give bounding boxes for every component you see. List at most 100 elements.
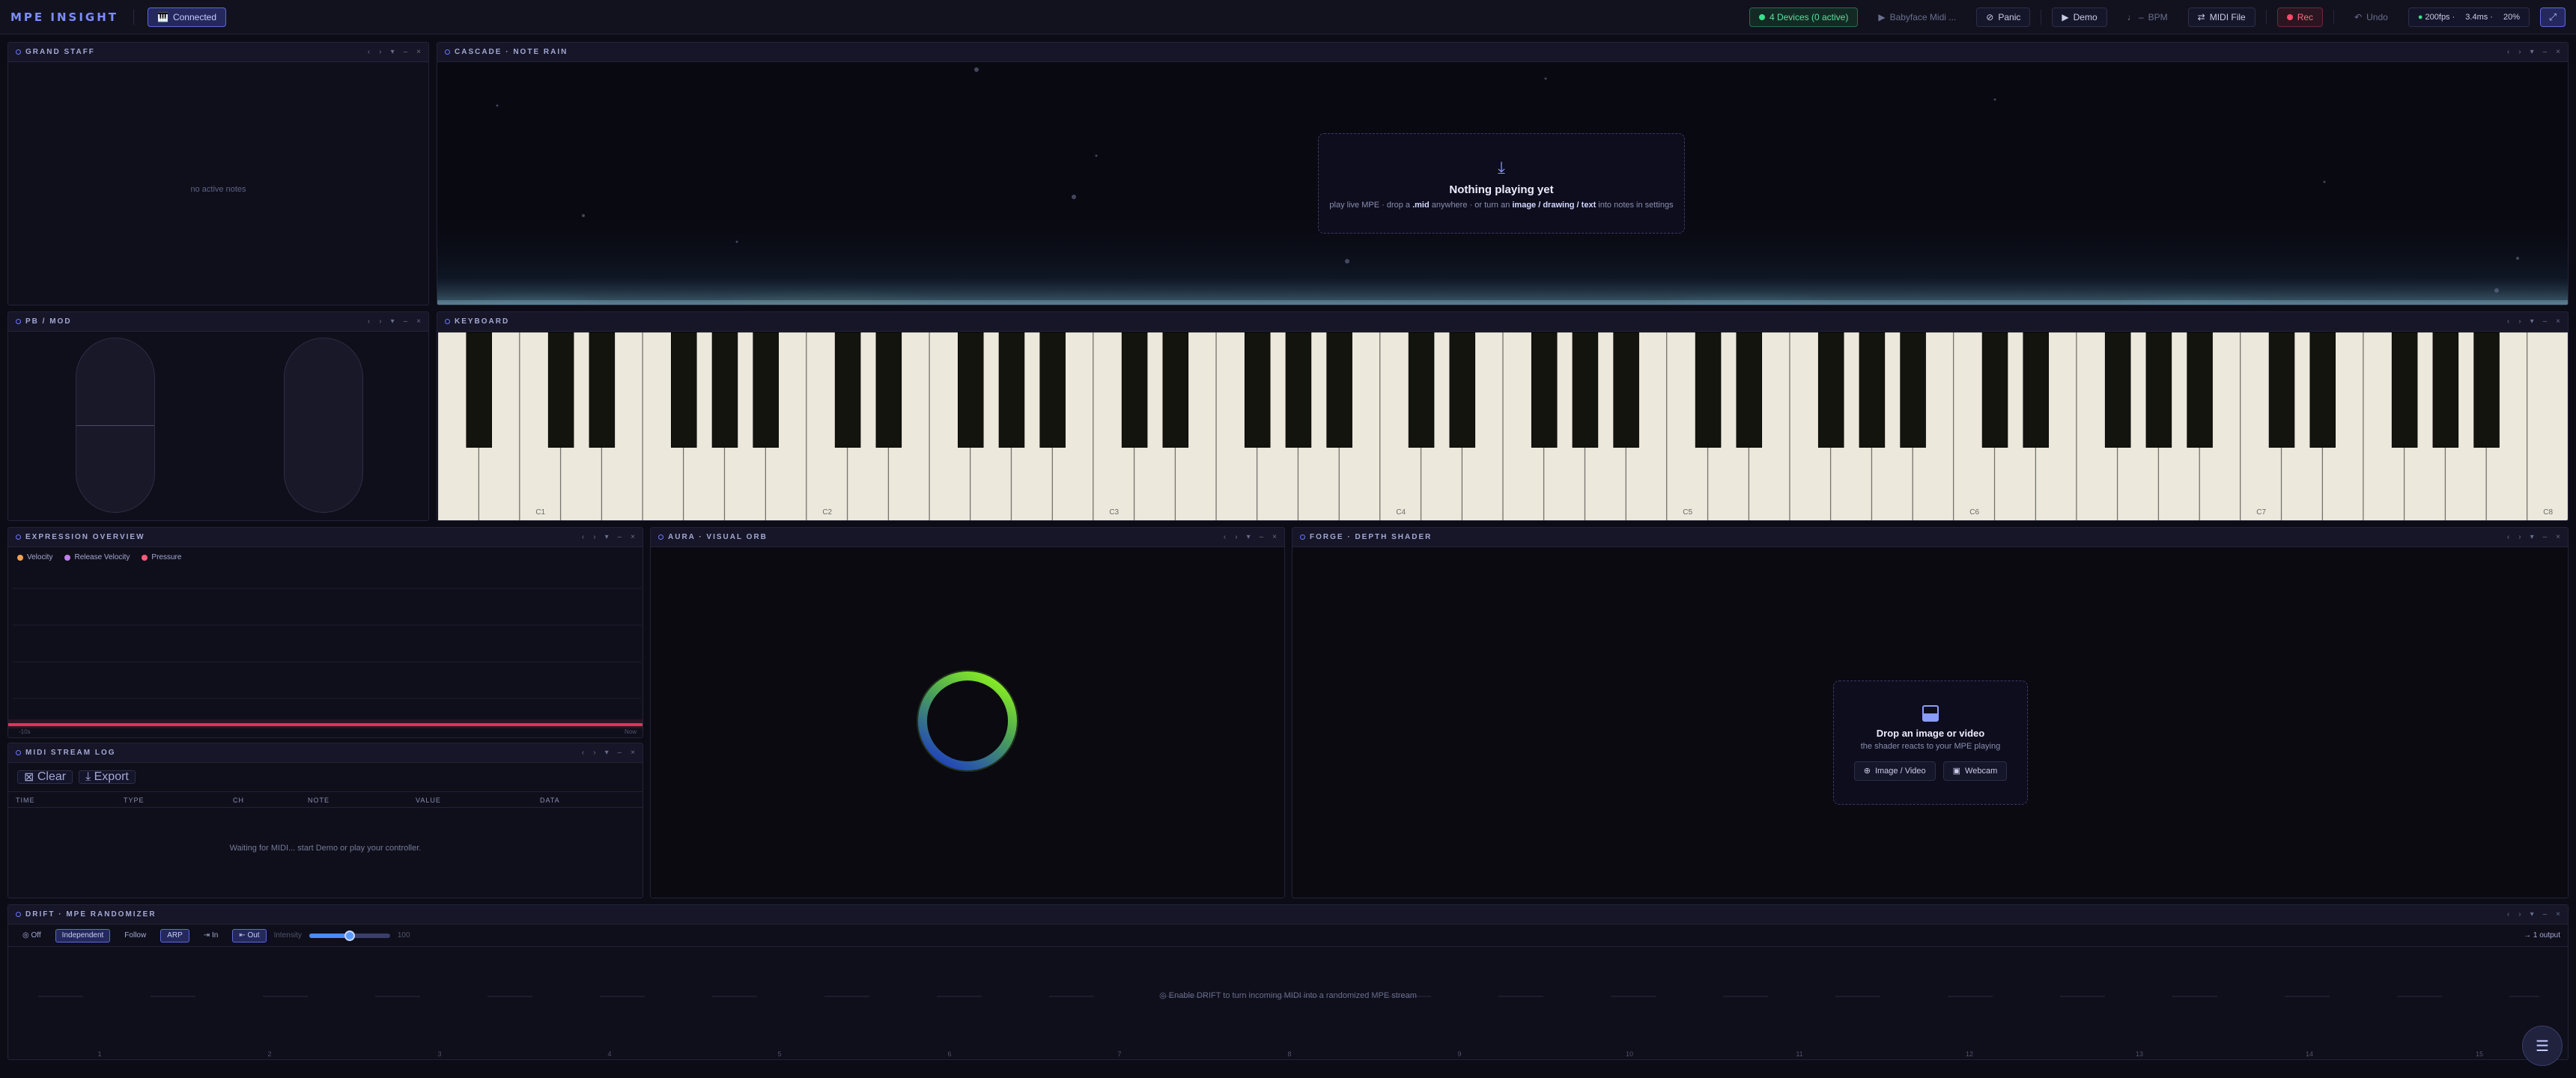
- black-key[interactable]: [466, 332, 492, 448]
- minimize-icon[interactable]: –: [618, 749, 622, 757]
- black-key[interactable]: [2473, 332, 2500, 448]
- prev-icon[interactable]: ‹: [582, 533, 584, 541]
- next-icon[interactable]: ›: [2518, 910, 2521, 919]
- collapse-icon[interactable]: ▾: [605, 533, 609, 541]
- next-icon[interactable]: ›: [593, 749, 595, 757]
- next-icon[interactable]: ›: [1235, 533, 1237, 541]
- black-key[interactable]: [1531, 332, 1558, 448]
- black-key[interactable]: [547, 332, 574, 448]
- prev-icon[interactable]: ‹: [2507, 317, 2509, 326]
- black-key[interactable]: [1162, 332, 1189, 448]
- black-key[interactable]: [1859, 332, 1886, 448]
- in-toggle[interactable]: ⇥ In: [197, 929, 225, 943]
- black-key[interactable]: [875, 332, 902, 448]
- minimize-icon[interactable]: –: [404, 48, 408, 56]
- black-key[interactable]: [1981, 332, 2008, 448]
- black-key[interactable]: [1736, 332, 1763, 448]
- panic-button[interactable]: ⊘ Panic: [1976, 7, 2031, 27]
- black-key[interactable]: [1326, 332, 1352, 448]
- minimize-icon[interactable]: –: [2543, 533, 2548, 541]
- rec-button[interactable]: Rec: [2276, 7, 2324, 27]
- collapse-icon[interactable]: ▾: [2530, 317, 2534, 326]
- black-key[interactable]: [2268, 332, 2295, 448]
- white-key[interactable]: [2527, 332, 2568, 521]
- black-key[interactable]: [1572, 332, 1599, 448]
- prev-icon[interactable]: ‹: [2507, 533, 2509, 541]
- prev-icon[interactable]: ‹: [2507, 48, 2509, 56]
- minimize-icon[interactable]: –: [2543, 910, 2548, 919]
- close-icon[interactable]: ×: [631, 533, 635, 541]
- prev-icon[interactable]: ‹: [368, 317, 370, 326]
- black-key[interactable]: [1695, 332, 1722, 448]
- next-icon[interactable]: ›: [2518, 533, 2521, 541]
- collapse-icon[interactable]: ▾: [391, 48, 395, 56]
- collapse-icon[interactable]: ▾: [2530, 48, 2534, 56]
- independent-mode-button[interactable]: Independent: [55, 928, 111, 943]
- export-button[interactable]: ⤓ Export: [79, 770, 136, 784]
- follow-mode-button[interactable]: Follow: [118, 929, 153, 943]
- black-key[interactable]: [1817, 332, 1844, 448]
- minimize-icon[interactable]: –: [404, 317, 408, 326]
- black-key[interactable]: [2145, 332, 2172, 448]
- piano-keys[interactable]: [438, 332, 2569, 521]
- intensity-slider[interactable]: [309, 930, 390, 941]
- close-icon[interactable]: ×: [416, 317, 421, 326]
- black-key[interactable]: [1121, 332, 1148, 448]
- close-icon[interactable]: ×: [2556, 48, 2560, 56]
- minimize-icon[interactable]: –: [618, 533, 622, 541]
- undo-button[interactable]: ↶ Undo: [2345, 7, 2398, 27]
- next-icon[interactable]: ›: [2518, 317, 2521, 326]
- out-toggle[interactable]: ⇤ Out: [232, 928, 267, 943]
- black-key[interactable]: [711, 332, 738, 448]
- close-icon[interactable]: ×: [416, 48, 421, 56]
- device-select[interactable]: ▶ Babyface Midi ...: [1868, 7, 1966, 27]
- minimize-icon[interactable]: –: [2543, 317, 2548, 326]
- black-key[interactable]: [1408, 332, 1435, 448]
- minimize-icon[interactable]: –: [1260, 533, 1264, 541]
- black-key[interactable]: [834, 332, 861, 448]
- close-icon[interactable]: ×: [1272, 533, 1277, 541]
- black-key[interactable]: [1244, 332, 1271, 448]
- collapse-icon[interactable]: ▾: [1247, 533, 1251, 541]
- image-video-button[interactable]: ⊕ Image / Video: [1853, 761, 1936, 781]
- next-icon[interactable]: ›: [593, 533, 595, 541]
- black-key[interactable]: [1613, 332, 1639, 448]
- black-key[interactable]: [2309, 332, 2336, 448]
- black-key[interactable]: [2023, 332, 2050, 448]
- prev-icon[interactable]: ‹: [1224, 533, 1226, 541]
- webcam-button[interactable]: ▣ Webcam: [1942, 761, 2008, 781]
- collapse-icon[interactable]: ▾: [605, 749, 609, 757]
- close-icon[interactable]: ×: [631, 749, 635, 757]
- black-key[interactable]: [1039, 332, 1066, 448]
- prev-icon[interactable]: ‹: [582, 749, 584, 757]
- black-key[interactable]: [1285, 332, 1312, 448]
- off-toggle[interactable]: ◎ Off: [16, 929, 48, 943]
- black-key[interactable]: [2391, 332, 2418, 448]
- black-key[interactable]: [957, 332, 984, 448]
- collapse-icon[interactable]: ▾: [391, 317, 395, 326]
- collapse-icon[interactable]: ▾: [2530, 533, 2534, 541]
- close-icon[interactable]: ×: [2556, 317, 2560, 326]
- black-key[interactable]: [998, 332, 1025, 448]
- bpm-control[interactable]: ♩ – BPM: [2118, 7, 2178, 27]
- black-key[interactable]: [2432, 332, 2459, 448]
- mod-wheel[interactable]: [284, 338, 363, 513]
- collapse-icon[interactable]: ▾: [2530, 910, 2534, 919]
- black-key[interactable]: [589, 332, 616, 448]
- close-icon[interactable]: ×: [2556, 533, 2560, 541]
- media-drop-zone[interactable]: Drop an image or video the shader reacts…: [1833, 680, 2028, 805]
- black-key[interactable]: [2187, 332, 2213, 448]
- close-icon[interactable]: ×: [2556, 910, 2560, 919]
- next-icon[interactable]: ›: [2518, 48, 2521, 56]
- minimize-icon[interactable]: –: [2543, 48, 2548, 56]
- black-key[interactable]: [1900, 332, 1926, 448]
- devices-button[interactable]: 4 Devices (0 active): [1749, 7, 1859, 27]
- prev-icon[interactable]: ‹: [368, 48, 370, 56]
- next-icon[interactable]: ›: [379, 48, 381, 56]
- arp-button[interactable]: ARP: [160, 928, 189, 943]
- midi-file-button[interactable]: ⇄ MIDI File: [2187, 7, 2255, 27]
- menu-button[interactable]: ☰: [2522, 1026, 2563, 1066]
- prev-icon[interactable]: ‹: [2507, 910, 2509, 919]
- demo-button[interactable]: ▶ Demo: [2052, 7, 2107, 27]
- black-key[interactable]: [671, 332, 697, 448]
